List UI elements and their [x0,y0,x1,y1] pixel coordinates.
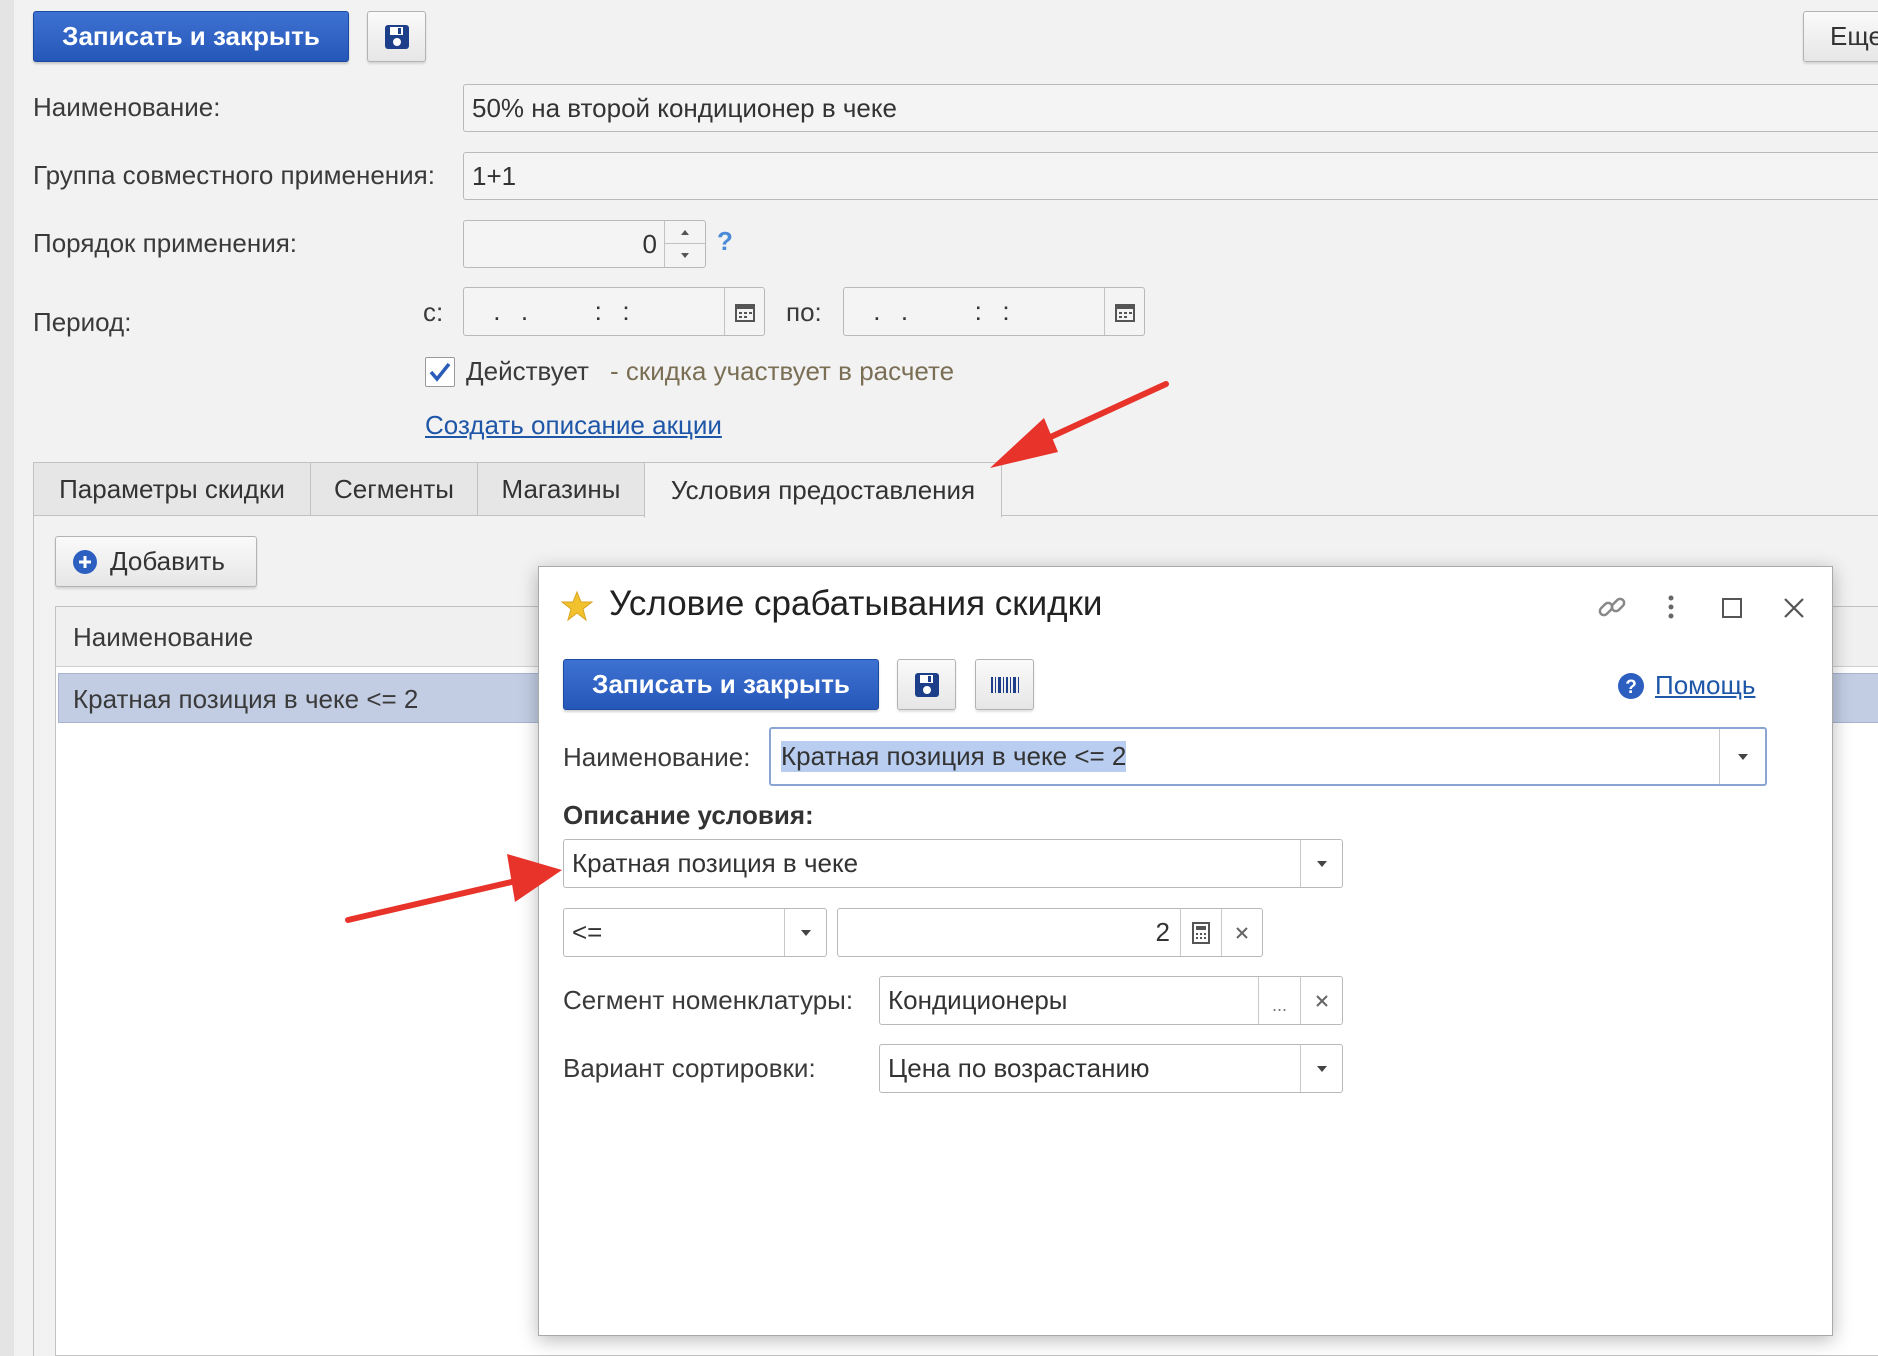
plus-circle-icon [73,549,97,574]
maximize-icon[interactable] [1722,598,1742,618]
description-heading: Описание условия: [563,800,814,830]
link-icon[interactable] [1596,591,1628,623]
help-link[interactable]: ? Помощь [1617,670,1755,701]
segment-label: Сегмент номенклатуры: [563,985,854,1015]
select-ellipsis-button[interactable]: ... [1258,977,1300,1024]
period-to-field[interactable]: . . : : [843,287,1145,336]
comparison-select[interactable]: <= [563,908,827,957]
condition-type-value: Кратная позиция в чеке [572,848,859,878]
dialog-title: Условие срабатывания скидки [609,584,1103,623]
dialog-save-and-close-button[interactable]: Записать и закрыть [563,659,879,710]
period-from-value: . . : : [484,296,632,326]
dialog-name-value: Кратная позиция в чеке <= 2 [781,741,1127,772]
active-label: Действует [466,356,589,386]
tab-label: Магазины [501,473,621,504]
comparison-number: 2 [1155,917,1170,947]
calculator-icon[interactable] [1180,909,1221,956]
help-label: Помощь [1655,670,1756,700]
tab-conditions[interactable]: Условия предоставления [644,462,1002,518]
barcode-icon [990,676,1019,693]
barcode-button[interactable] [975,659,1034,710]
sort-value: Цена по возрастанию [888,1053,1150,1083]
tab-segments[interactable]: Сегменты [310,462,478,516]
checkmark-icon [429,362,451,382]
group-value: 1+1 [472,160,517,191]
tab-discount-params[interactable]: Параметры скидки [33,462,311,516]
dialog-name-field[interactable]: Кратная позиция в чеке <= 2 [769,727,1767,786]
period-to-label: по: [786,297,822,327]
group-field[interactable]: 1+1 [463,152,1878,200]
name-label: Наименование: [33,92,221,122]
save-and-close-button[interactable]: Записать и закрыть [33,11,349,62]
floppy-disk-icon [914,672,939,697]
tab-stores[interactable]: Магазины [477,462,645,516]
svg-text:?: ? [1625,677,1637,698]
period-from-label: с: [423,297,444,327]
floppy-disk-icon [384,24,409,49]
segment-value: Кондиционеры [888,985,1068,1015]
group-label: Группа совместного применения: [33,160,435,190]
calendar-icon[interactable] [724,288,764,335]
calendar-icon[interactable] [1104,288,1144,335]
save-and-close-label: Записать и закрыть [62,21,320,51]
dropdown-arrow-icon[interactable] [1300,1045,1342,1092]
close-icon[interactable] [1783,597,1805,619]
order-value: 0 [642,228,657,259]
stepper-down-icon[interactable] [665,244,705,266]
tab-label: Параметры скидки [59,473,285,504]
active-hint: - скидка участвует в расчете [610,356,955,386]
stepper-arrows[interactable] [664,221,705,267]
favorite-star-icon[interactable] [561,590,593,622]
left-edge-strip [0,0,14,1356]
period-label: Период: [33,307,132,337]
add-button[interactable]: Добавить [55,536,257,587]
help-circle-icon: ? [1618,672,1644,699]
dialog-save-button[interactable] [897,659,956,710]
help-question-icon[interactable]: ? [717,226,733,257]
active-checkbox[interactable] [425,357,455,387]
period-to-value: . . : : [864,296,1012,326]
add-label: Добавить [110,546,225,576]
dialog-save-and-close-label: Записать и закрыть [592,669,850,699]
tab-label: Условия предоставления [670,474,976,505]
sort-select[interactable]: Цена по возрастанию [879,1044,1343,1093]
annotation-arrow-to-tab [990,381,1169,468]
comparison-value: <= [572,917,603,947]
save-button[interactable] [367,11,426,62]
name-value: 50% на второй кондиционер в чеке [472,92,898,123]
tab-label: Сегменты [333,473,454,504]
order-label: Порядок применения: [33,228,298,258]
clear-icon[interactable] [1300,977,1342,1024]
table-cell-name: Кратная позиция в чеке <= 2 [73,684,419,714]
more-button[interactable]: Еще [1803,11,1878,62]
dropdown-arrow-icon[interactable] [1300,840,1342,887]
more-vertical-icon[interactable] [1665,594,1677,620]
period-from-field[interactable]: . . : : [463,287,765,336]
create-description-link[interactable]: Создать описание акции [425,410,722,441]
more-label: Еще [1830,21,1878,51]
dialog-name-label: Наименование: [563,742,751,772]
dropdown-arrow-icon[interactable] [784,909,826,956]
dropdown-arrow-icon[interactable] [1719,729,1765,784]
column-header-name: Наименование [73,622,254,652]
tab-panel-border [33,515,34,1356]
condition-type-select[interactable]: Кратная позиция в чеке [563,839,1343,888]
name-field[interactable]: 50% на второй кондиционер в чеке [463,84,1878,132]
stepper-up-icon[interactable] [665,221,705,244]
clear-icon[interactable] [1221,909,1262,956]
sort-label: Вариант сортировки: [563,1053,816,1083]
